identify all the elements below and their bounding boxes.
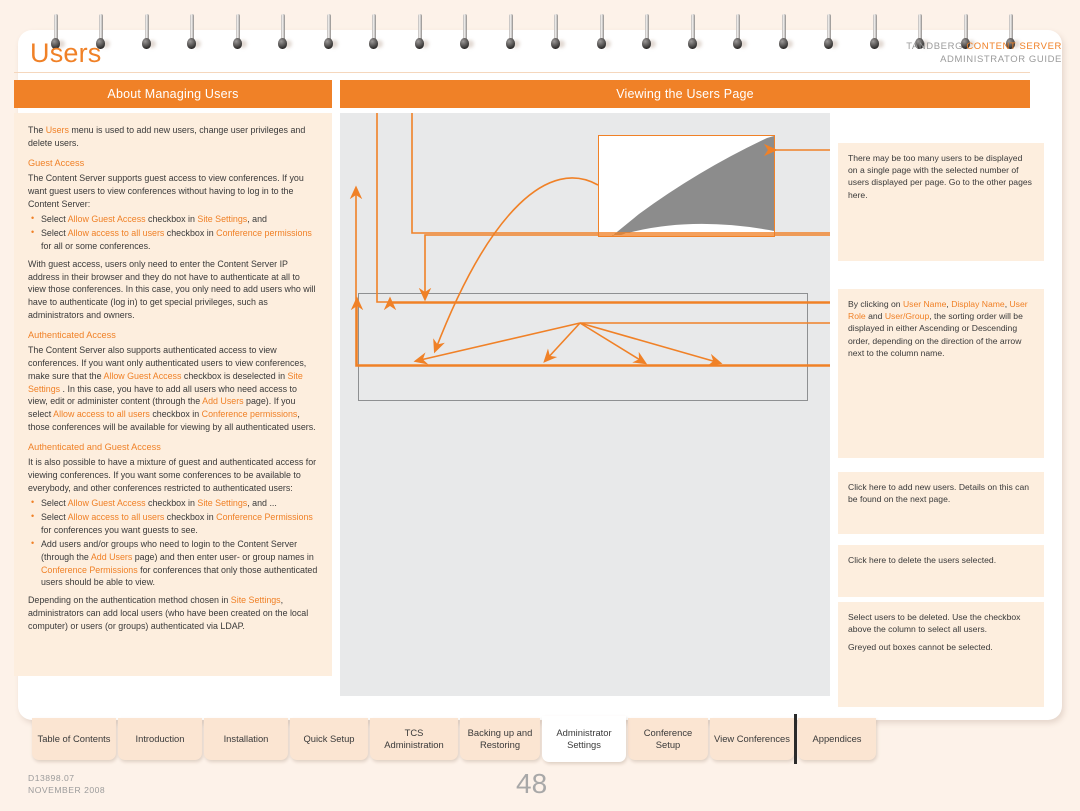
tab-quick-setup[interactable]: Quick Setup bbox=[290, 718, 368, 760]
tab-table-of-contents[interactable]: Table of Contents bbox=[32, 718, 116, 760]
banner-about-managing-users: About Managing Users bbox=[14, 80, 332, 108]
note-delete-users: Click here to delete the users selected. bbox=[838, 545, 1044, 597]
list-item: Add users and/or groups who need to logi… bbox=[31, 537, 318, 589]
header-divider bbox=[14, 72, 1030, 73]
tab-label: Administrator Settings bbox=[556, 726, 612, 750]
heading-authenticated-and-guest-access: Authenticated and Guest Access bbox=[28, 441, 161, 452]
note-text-secondary: Greyed out boxes cannot be selected. bbox=[848, 642, 993, 653]
banner-viewing-users-page: Viewing the Users Page bbox=[340, 80, 1030, 108]
list-item: Select Allow access to all users checkbo… bbox=[31, 226, 318, 253]
tab-label: Backing up and Restoring bbox=[467, 726, 533, 750]
tab-label: TCS Administration bbox=[384, 726, 444, 750]
about-managing-users-text: The Users menu is used to add new users,… bbox=[14, 113, 332, 676]
document-id: D13898.07 bbox=[28, 773, 75, 783]
note-add-users: Click here to add new users. Details on … bbox=[838, 472, 1044, 534]
tab-label: Installation bbox=[223, 732, 269, 744]
tab-administrator-settings[interactable]: Administrator Settings bbox=[542, 716, 626, 762]
guest-access-paragraph: The Content Server supports guest access… bbox=[28, 172, 304, 209]
callout-arrows bbox=[349, 113, 830, 367]
tab-tcs-administration[interactable]: TCS Administration bbox=[370, 718, 458, 760]
brand-line-1: TANDBERG CONTENT SERVER bbox=[906, 41, 1062, 52]
tab-introduction[interactable]: Introduction bbox=[118, 718, 202, 760]
note-select-users: Select users to be deleted. Use the chec… bbox=[838, 602, 1044, 707]
tab-label: View Conferences bbox=[714, 732, 790, 744]
tab-installation[interactable]: Installation bbox=[204, 718, 288, 760]
authenticated-and-guest-paragraph: It is also possible to have a mixture of… bbox=[28, 457, 317, 493]
tab-label: Introduction bbox=[135, 732, 185, 744]
list-item: Select Allow Guest Access checkbox in Si… bbox=[31, 496, 318, 510]
note-text: Click here to add new users. Details on … bbox=[848, 482, 1030, 505]
authentication-method-paragraph: Depending on the authentication method c… bbox=[28, 595, 309, 631]
tab-view-conferences[interactable]: View Conferences bbox=[710, 714, 797, 764]
guest-access-paragraph-2: With guest access, users only need to en… bbox=[28, 258, 316, 320]
brand-identifier: TANDBERG CONTENT SERVER ADMINISTRATOR GU… bbox=[906, 41, 1062, 67]
tab-label: Quick Setup bbox=[303, 732, 355, 744]
users-page-screenshot bbox=[340, 113, 830, 696]
note-text: Click here to delete the users selected. bbox=[848, 555, 997, 565]
guest-access-bullets: Select Allow Guest Access checkbox in Si… bbox=[28, 212, 318, 253]
note-pagination: There may be too many users to be displa… bbox=[838, 143, 1044, 261]
note-text: By clicking on User Name, Display Name, … bbox=[848, 299, 1028, 358]
intro-paragraph: The Users menu is used to add new users,… bbox=[28, 125, 306, 148]
list-item: Select Allow access to all users checkbo… bbox=[31, 510, 318, 537]
tab-label: Appendices bbox=[812, 732, 862, 744]
section-tabs: Table of Contents Introduction Installatio… bbox=[0, 714, 1080, 764]
footer-document-info: D13898.07 NOVEMBER 2008 bbox=[28, 772, 105, 797]
document-date: NOVEMBER 2008 bbox=[28, 785, 106, 796]
tab-label: Table of Contents bbox=[37, 732, 111, 744]
authenticated-and-guest-bullets: Select Allow Guest Access checkbox in Si… bbox=[28, 496, 318, 589]
note-text: There may be too many users to be displa… bbox=[848, 153, 1032, 200]
tab-appendices[interactable]: Appendices bbox=[798, 718, 876, 760]
tab-label: Conference Setup bbox=[643, 726, 693, 750]
note-column-sorting: By clicking on User Name, Display Name, … bbox=[838, 289, 1044, 458]
page-number: 48 bbox=[516, 768, 548, 799]
heading-guest-access: Guest Access bbox=[28, 157, 85, 168]
tab-backing-up-and-restoring[interactable]: Backing up and Restoring bbox=[460, 718, 540, 760]
brand-accent: CONTENT SERVER bbox=[966, 41, 1062, 52]
page-title: Users bbox=[30, 38, 102, 68]
heading-authenticated-access: Authenticated Access bbox=[28, 329, 116, 340]
note-text: Select users to be deleted. Use the chec… bbox=[848, 612, 1021, 635]
tab-conference-setup[interactable]: Conference Setup bbox=[628, 718, 708, 760]
authenticated-access-paragraph: The Content Server also supports authent… bbox=[28, 345, 316, 432]
list-item: Select Allow Guest Access checkbox in Si… bbox=[31, 212, 318, 226]
brand-line-2: ADMINISTRATOR GUIDE bbox=[940, 53, 1062, 65]
